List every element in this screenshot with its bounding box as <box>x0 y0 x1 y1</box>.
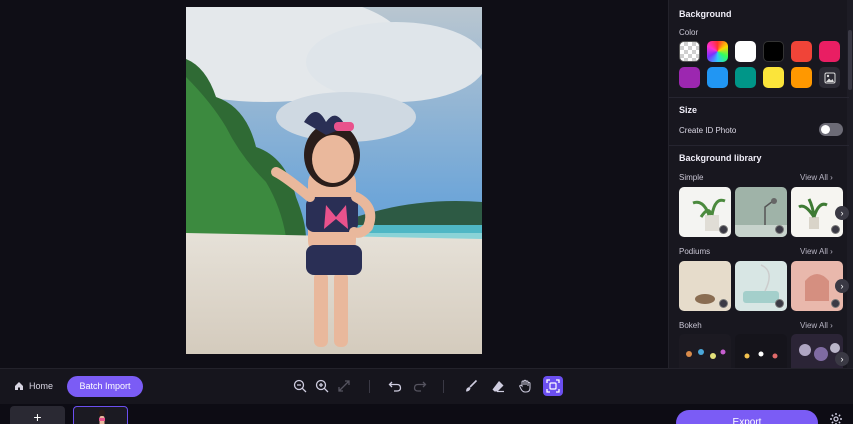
scrollbar-thumb[interactable] <box>848 30 852 90</box>
background-panel: Background Color Size Create ID Photo Ba… <box>668 0 853 368</box>
fit-screen-button[interactable] <box>336 378 352 394</box>
bokeh-image <box>686 349 726 359</box>
simple-thumbnail-1[interactable] <box>679 187 731 237</box>
background-section-title: Background <box>679 9 732 19</box>
zoom-out-button[interactable] <box>292 378 308 394</box>
category-bokeh-label: Bokeh <box>679 321 702 330</box>
compare-button[interactable] <box>543 376 563 396</box>
fit-screen-icon <box>338 380 350 392</box>
undo-button[interactable] <box>387 378 403 394</box>
category-podiums-label: Podiums <box>679 247 711 256</box>
podiums-next-button[interactable]: › <box>835 279 849 293</box>
image-icon <box>824 72 835 83</box>
image-picker-swatch[interactable] <box>819 67 840 88</box>
view-all-podiums-link[interactable]: View All › <box>800 247 833 256</box>
chevron-right-icon: › <box>830 247 833 256</box>
chevron-right-icon: › <box>840 208 844 218</box>
view-all-bokeh-link[interactable]: View All › <box>800 321 833 330</box>
chevron-right-icon: › <box>840 281 844 291</box>
blue-swatch[interactable] <box>707 67 728 88</box>
view-all-simple-link[interactable]: View All › <box>800 173 833 182</box>
girl-thumbnail-image <box>99 409 105 424</box>
zoom-in-icon <box>315 379 329 393</box>
panel-scrollbar[interactable] <box>847 0 853 368</box>
gear-icon <box>830 413 842 424</box>
transparent-swatch[interactable] <box>679 41 700 62</box>
divider <box>669 145 849 146</box>
home-button[interactable]: Home <box>14 381 53 391</box>
app-window: Background Color Size Create ID Photo Ba… <box>0 0 853 424</box>
toolbar-separator <box>369 380 370 393</box>
zoom-in-button[interactable] <box>314 378 330 394</box>
bottom-toolbar: Home Batch Import <box>0 368 853 404</box>
toolbar-separator <box>443 380 444 393</box>
pink-swatch[interactable] <box>819 41 840 62</box>
bokeh-thumbnail-2[interactable] <box>735 334 787 368</box>
color-label: Color <box>679 28 699 37</box>
home-label: Home <box>29 381 54 391</box>
create-id-photo-toggle[interactable] <box>819 123 843 136</box>
yellow-swatch[interactable] <box>763 67 784 88</box>
bokeh-next-button[interactable]: › <box>835 352 849 366</box>
podium-thumbnail-2[interactable] <box>735 261 787 311</box>
redo-icon <box>413 381 427 392</box>
size-section-title: Size <box>679 105 698 115</box>
chevron-right-icon: › <box>840 354 844 364</box>
image-thumbnail-selected[interactable] <box>73 406 128 424</box>
podium-thumbnail-1[interactable] <box>679 261 731 311</box>
view-all-label: View All <box>800 247 828 256</box>
simple-thumbnail-2[interactable] <box>735 187 787 237</box>
compare-icon <box>546 379 560 393</box>
red-swatch[interactable] <box>791 41 812 62</box>
settings-button[interactable] <box>829 412 843 424</box>
premium-badge-icon <box>719 225 728 234</box>
canvas-area <box>0 0 668 368</box>
teal-swatch[interactable] <box>735 67 756 88</box>
bottom-strip: + Export <box>0 404 853 424</box>
premium-badge-icon <box>775 225 784 234</box>
create-id-photo-label: Create ID Photo <box>679 126 737 135</box>
brush-button[interactable] <box>463 378 479 394</box>
purple-swatch[interactable] <box>679 67 700 88</box>
premium-badge-icon <box>831 299 840 308</box>
zoom-out-icon <box>293 379 307 393</box>
batch-import-button[interactable]: Batch Import <box>67 376 143 397</box>
orange-swatch[interactable] <box>791 67 812 88</box>
redo-button[interactable] <box>412 378 428 394</box>
toggle-knob <box>821 125 830 134</box>
bokeh-image <box>744 351 778 359</box>
category-simple-label: Simple <box>679 173 704 182</box>
add-image-button[interactable]: + <box>10 406 65 424</box>
edited-photo[interactable] <box>186 7 482 354</box>
white-swatch[interactable] <box>735 41 756 62</box>
premium-badge-icon <box>775 299 784 308</box>
eraser-button[interactable] <box>490 378 506 394</box>
hand-icon <box>519 379 531 393</box>
brush-icon <box>466 379 478 392</box>
premium-badge-icon <box>831 225 840 234</box>
black-swatch[interactable] <box>763 41 784 62</box>
home-icon <box>15 382 23 390</box>
chevron-right-icon: › <box>830 173 833 182</box>
view-all-label: View All <box>800 321 828 330</box>
export-button[interactable]: Export <box>676 410 818 424</box>
rainbow-picker-swatch[interactable] <box>707 41 728 62</box>
bokeh-thumbnail-1[interactable] <box>679 334 731 368</box>
hand-button[interactable] <box>517 378 533 394</box>
beach-photo-image <box>186 7 482 354</box>
premium-badge-icon <box>719 299 728 308</box>
chevron-right-icon: › <box>830 321 833 330</box>
library-section-title: Background library <box>679 153 762 163</box>
divider <box>669 97 849 98</box>
simple-next-button[interactable]: › <box>835 206 849 220</box>
view-all-label: View All <box>800 173 828 182</box>
eraser-icon <box>492 381 504 393</box>
undo-icon <box>388 381 402 392</box>
